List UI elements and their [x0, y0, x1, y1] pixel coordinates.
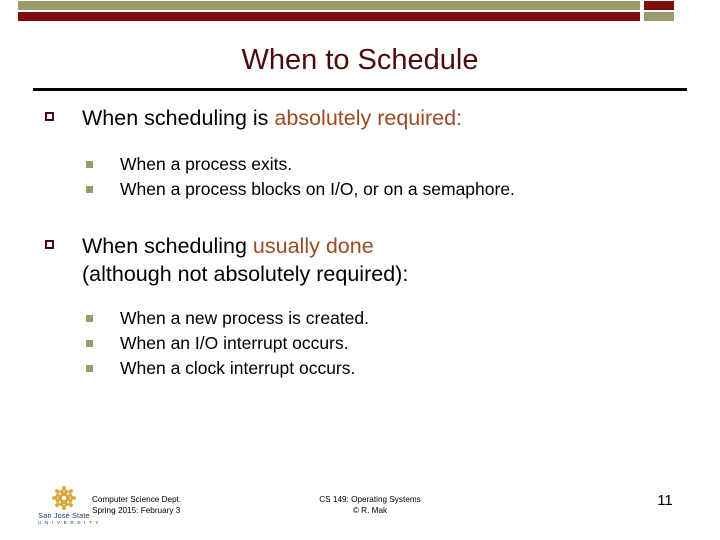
bullet-level1-text-tail: (although not absolutely required):: [82, 262, 409, 286]
top-banner: [0, 0, 720, 23]
banner-row-top: [18, 1, 702, 10]
slide-title: When to Schedule: [241, 44, 479, 76]
bullet-level2-label: When a clock interrupt occurs.: [120, 358, 356, 378]
bullet-level2-group: When a process exits. When a process blo…: [0, 152, 720, 202]
bullet-level2-item: When a process blocks on I/O, or on a se…: [0, 177, 720, 202]
bullet-level2-label: When an I/O interrupt occurs.: [120, 333, 349, 353]
footer-course: CS 149: Operating Systems: [319, 495, 421, 504]
slide-body: When scheduling is absolutely required: …: [0, 104, 720, 381]
square-filled-bullet-icon: [86, 161, 93, 168]
slide-footer: San José State U N I V E R S I T Y Compu…: [0, 484, 720, 540]
bullet-level2-item: When a new process is created.: [0, 306, 720, 331]
page-number: 11: [657, 492, 673, 509]
footer-left: Computer Science Dept. Spring 2015: Febr…: [92, 494, 272, 516]
banner-band-maroon-long: [18, 12, 640, 21]
footer-department: Computer Science Dept.: [92, 495, 182, 504]
title-divider: [33, 88, 687, 91]
banner-band-maroon-short: [644, 1, 674, 10]
sjsu-logo: San José State U N I V E R S I T Y: [38, 485, 100, 533]
bullet-level2-label: When a process blocks on I/O, or on a se…: [120, 179, 515, 199]
banner-band-olive-short: [644, 12, 674, 21]
footer-center: CS 149: Operating Systems © R. Mak: [250, 494, 490, 516]
bullet-level1-text-accent: absolutely required:: [274, 106, 463, 130]
footer-copyright: © R. Mak: [352, 506, 388, 515]
square-outline-bullet-icon: [45, 112, 54, 121]
bullet-level2-item: When a process exits.: [0, 152, 720, 177]
bullet-level2-label: When a process exits.: [120, 154, 293, 174]
bullet-level2-group: When a new process is created. When an I…: [0, 306, 720, 381]
bullet-level2-label: When a new process is created.: [120, 308, 370, 328]
square-filled-bullet-icon: [86, 365, 93, 372]
square-filled-bullet-icon: [86, 340, 93, 347]
bullet-level1-text-plain: When scheduling is: [82, 106, 275, 130]
square-filled-bullet-icon: [86, 186, 93, 193]
bullet-level1-text-accent: usually done: [252, 234, 374, 258]
square-outline-bullet-icon: [45, 240, 54, 249]
banner-row-bottom: [18, 12, 702, 21]
sjsu-logo-subtitle: U N I V E R S I T Y: [38, 520, 100, 525]
banner-band-olive-long: [18, 1, 640, 10]
square-filled-bullet-icon: [86, 315, 93, 322]
sjsu-logo-name: San José State: [38, 511, 90, 520]
bullet-level2-item: When an I/O interrupt occurs.: [0, 331, 720, 356]
bullet-level1-item: When scheduling is absolutely required:: [0, 104, 720, 132]
bullet-level2-item: When a clock interrupt occurs.: [0, 356, 720, 381]
sjsu-rosette-icon: [52, 486, 76, 510]
footer-term: Spring 2015: February 3: [92, 506, 181, 515]
bullet-level1-item: When scheduling usually done (although n…: [0, 232, 720, 288]
bullet-level1-text-plain: When scheduling: [82, 234, 253, 258]
